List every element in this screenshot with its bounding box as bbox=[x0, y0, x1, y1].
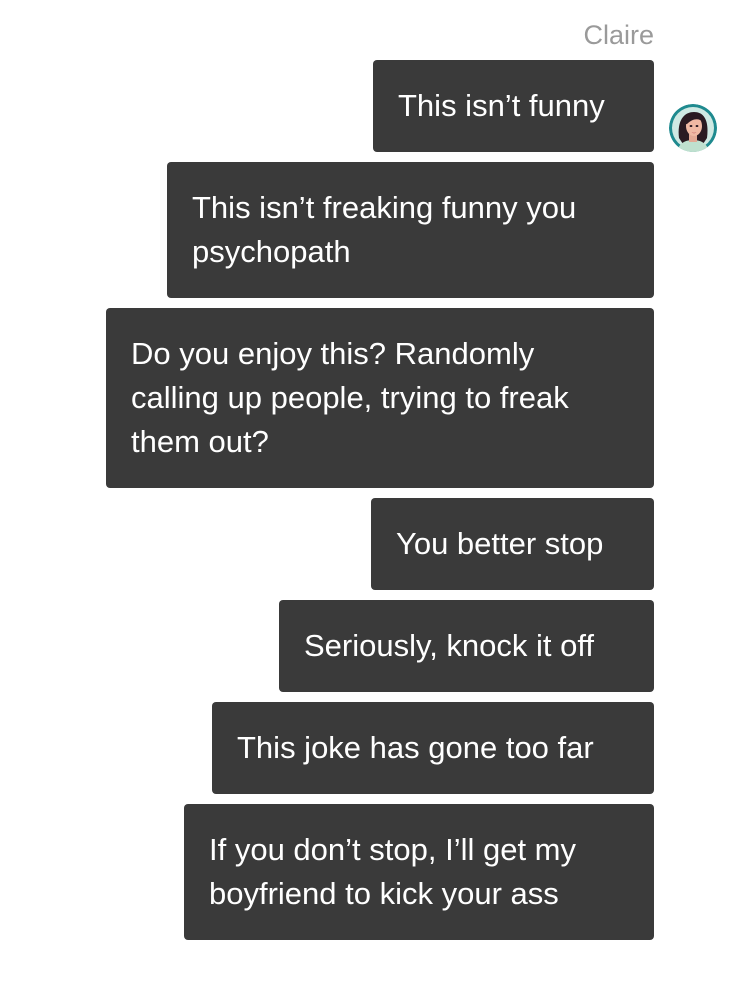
message-text: This isn’t freaking funny you psychopath bbox=[192, 190, 577, 269]
message-bubble: If you don’t stop, I’ll get my boyfriend… bbox=[184, 804, 654, 940]
avatar[interactable] bbox=[669, 104, 717, 152]
message-bubble: You better stop bbox=[371, 498, 654, 590]
message-text: This joke has gone too far bbox=[237, 730, 594, 765]
message-text: You better stop bbox=[396, 526, 604, 561]
message-bubble: This isn’t freaking funny you psychopath bbox=[167, 162, 654, 298]
message-text: If you don’t stop, I’ll get my boyfriend… bbox=[209, 832, 577, 911]
woman-portrait-icon bbox=[669, 104, 717, 152]
sender-name: Claire bbox=[583, 20, 654, 50]
message-text: Seriously, knock it off bbox=[304, 628, 595, 663]
message-bubble: This isn’t funny bbox=[373, 60, 654, 152]
message-text: Do you enjoy this? Randomly calling up p… bbox=[131, 336, 569, 459]
message-text: This isn’t funny bbox=[398, 88, 605, 123]
message-bubble: This joke has gone too far bbox=[212, 702, 654, 794]
message-bubble: Do you enjoy this? Randomly calling up p… bbox=[106, 308, 654, 488]
message-bubble: Seriously, knock it off bbox=[279, 600, 654, 692]
